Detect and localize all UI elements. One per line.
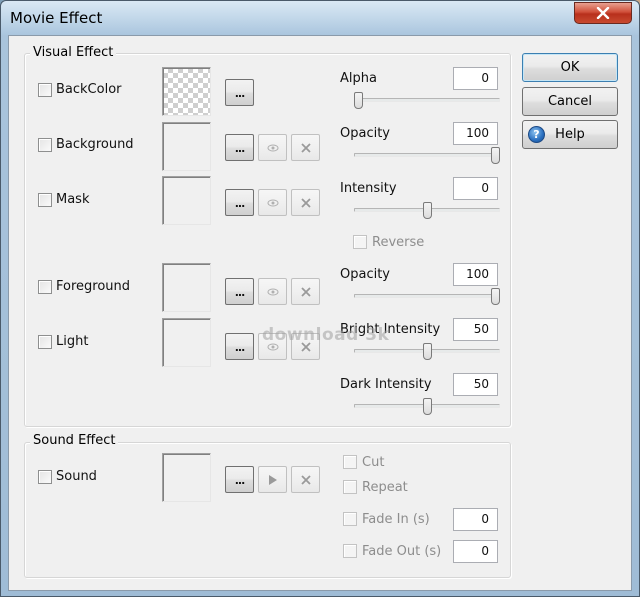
opacity-fg-slider-thumb[interactable] (491, 288, 500, 305)
cut-checkbox[interactable] (343, 455, 357, 469)
alpha-label: Alpha (340, 71, 377, 86)
background-preview-button[interactable] (258, 134, 287, 161)
bright-intensity-field[interactable]: 50 (453, 318, 498, 341)
visual-effect-group-title: Visual Effect (30, 45, 117, 60)
mask-more-button[interactable]: ... (225, 189, 254, 216)
alpha-field[interactable]: 0 (453, 67, 498, 90)
ellipsis-icon: ... (234, 286, 246, 299)
sound-play-button[interactable] (258, 466, 287, 493)
fade-in-checkbox[interactable] (343, 512, 357, 526)
opacity-bg-label: Opacity (340, 126, 391, 141)
foreground-checkbox[interactable] (38, 280, 52, 294)
sound-clear-button[interactable] (291, 466, 320, 493)
mask-preview-box (162, 176, 211, 225)
backcolor-more-button[interactable]: ... (225, 79, 254, 106)
mask-preview-button[interactable] (258, 189, 287, 216)
fade-out-field[interactable]: 0 (453, 540, 498, 563)
ok-button-label: OK (560, 60, 580, 75)
ellipsis-icon: ... (234, 87, 246, 100)
dark-intensity-label: Dark Intensity (340, 377, 432, 392)
opacity-fg-label: Opacity (340, 267, 391, 282)
help-button[interactable]: ? Help (522, 120, 618, 149)
fade-out-label: Fade Out (s) (362, 544, 442, 559)
fade-in-label: Fade In (s) (362, 512, 430, 527)
intensity-field[interactable]: 0 (453, 177, 498, 200)
fade-out-checkbox[interactable] (343, 544, 357, 558)
mask-clear-button[interactable] (291, 189, 320, 216)
dark-intensity-slider-thumb[interactable] (422, 398, 432, 415)
download-watermark: download 3k (262, 325, 390, 345)
backcolor-label: BackColor (56, 82, 122, 97)
repeat-checkbox[interactable] (343, 480, 357, 494)
intensity-slider-thumb[interactable] (422, 202, 432, 219)
backcolor-preview-swatch (162, 67, 211, 116)
sound-more-button[interactable]: ... (225, 466, 254, 493)
close-button[interactable] (574, 2, 632, 24)
opacity-bg-slider-thumb[interactable] (491, 147, 500, 164)
ellipsis-icon: ... (234, 142, 246, 155)
alpha-slider-thumb[interactable] (354, 92, 363, 109)
clear-x-icon (300, 142, 311, 153)
eye-icon (267, 288, 278, 295)
background-preview-box (162, 122, 211, 171)
eye-icon (267, 199, 278, 206)
intensity-label: Intensity (340, 181, 397, 196)
repeat-label: Repeat (362, 480, 408, 495)
foreground-clear-button[interactable] (291, 278, 320, 305)
light-label: Light (56, 334, 89, 349)
mask-checkbox[interactable] (38, 193, 52, 207)
light-checkbox[interactable] (38, 335, 52, 349)
play-icon (269, 474, 277, 485)
bright-intensity-slider-thumb[interactable] (422, 343, 432, 360)
foreground-label: Foreground (56, 279, 131, 294)
opacity-fg-field[interactable]: 100 (453, 263, 498, 286)
help-button-label: Help (555, 127, 585, 142)
opacity-bg-slider-track[interactable] (354, 153, 500, 157)
clear-x-icon (300, 286, 311, 297)
light-more-button[interactable]: ... (225, 333, 254, 360)
mask-label: Mask (56, 192, 90, 207)
sound-label: Sound (56, 469, 97, 484)
background-more-button[interactable]: ... (225, 134, 254, 161)
opacity-fg-slider-track[interactable] (354, 294, 500, 298)
foreground-preview-box (162, 263, 211, 312)
dark-intensity-field[interactable]: 50 (453, 373, 498, 396)
reverse-label: Reverse (372, 235, 425, 250)
ok-button[interactable]: OK (522, 53, 618, 82)
ellipsis-icon: ... (234, 341, 246, 354)
sound-effect-group-title: Sound Effect (30, 433, 119, 448)
foreground-preview-button[interactable] (258, 278, 287, 305)
clear-x-icon (300, 197, 311, 208)
sound-checkbox[interactable] (38, 470, 52, 484)
reverse-checkbox[interactable] (353, 235, 367, 249)
alpha-slider-track[interactable] (354, 98, 500, 102)
backcolor-checkbox[interactable] (38, 83, 52, 97)
clear-x-icon (300, 474, 311, 485)
visual-effect-group (24, 53, 511, 427)
ellipsis-icon: ... (234, 474, 246, 487)
window-title: Movie Effect (10, 9, 103, 27)
opacity-bg-field[interactable]: 100 (453, 122, 498, 145)
close-x-icon (596, 7, 610, 19)
foreground-more-button[interactable]: ... (225, 278, 254, 305)
cut-label: Cut (362, 455, 385, 470)
background-checkbox[interactable] (38, 138, 52, 152)
cancel-button[interactable]: Cancel (522, 87, 618, 116)
cancel-button-label: Cancel (547, 94, 593, 109)
background-clear-button[interactable] (291, 134, 320, 161)
ellipsis-icon: ... (234, 197, 246, 210)
question-icon: ? (528, 126, 545, 143)
light-preview-box (162, 318, 211, 367)
sound-preview-box (162, 453, 211, 502)
fade-in-field[interactable]: 0 (453, 508, 498, 531)
title-bar[interactable]: Movie Effect (1, 1, 639, 35)
background-label: Background (56, 137, 134, 152)
eye-icon (267, 144, 278, 151)
movie-effect-window: Movie Effect Visual Effect BackColor ...… (0, 0, 640, 597)
dialog-client-area: Visual Effect BackColor ... Background .… (8, 35, 632, 591)
